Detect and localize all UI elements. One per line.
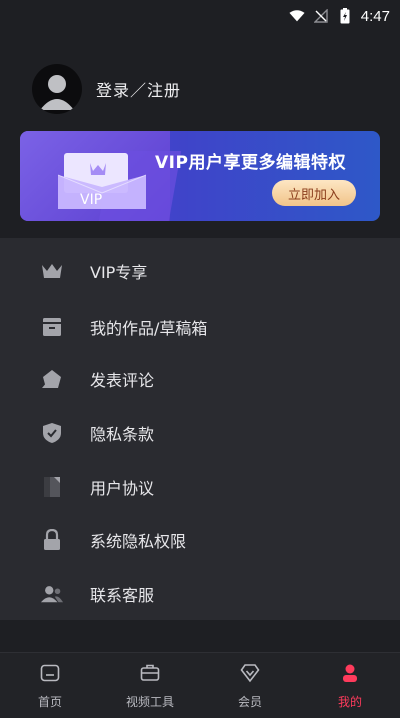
menu-label-vip: VIP专享: [90, 263, 148, 282]
menu-label-works: 我的作品/草稿箱: [90, 319, 208, 338]
box-icon: [40, 315, 64, 339]
shield-check-icon: [40, 421, 64, 445]
default-avatar-icon: [40, 75, 74, 110]
clock-time: 4:47: [360, 7, 390, 25]
settings-menu: VIP专享 我的作品/草稿箱 发表评论 隐私条款 用户协议 系统隐私权限 联系客…: [0, 238, 400, 620]
person-icon: [340, 663, 360, 687]
nav-home-label: 首页: [37, 695, 62, 709]
vip-headline: VIP用户享更多编辑特权: [155, 153, 346, 173]
agreement-icon: [40, 475, 64, 499]
nav-membership[interactable]: 会员: [200, 653, 300, 718]
menu-label-service: 联系客服: [90, 586, 155, 605]
menu-label-permissions: 系统隐私权限: [90, 532, 187, 551]
vip-banner[interactable]: VIP VIP用户享更多编辑特权 立即加入: [20, 131, 380, 221]
vip-envelope-icon: VIP: [57, 149, 147, 213]
vip-envelope-label: VIP: [80, 192, 102, 208]
profile-header[interactable]: 登录／注册: [32, 64, 181, 114]
comment-icon: [40, 367, 64, 391]
nav-video-tools-label: 视频工具: [125, 695, 174, 709]
menu-label-comment: 发表评论: [90, 371, 155, 390]
battery-charging-icon: [337, 8, 353, 24]
login-register-link[interactable]: 登录／注册: [96, 77, 181, 101]
wifi-icon: [289, 8, 305, 24]
home-icon: [40, 663, 60, 687]
menu-label-agreement: 用户协议: [90, 479, 155, 498]
menu-item-vip-exclusive[interactable]: VIP专享: [0, 249, 400, 293]
menu-item-comment[interactable]: 发表评论: [0, 357, 400, 401]
nav-home[interactable]: 首页: [0, 653, 100, 718]
menu-item-system-permissions[interactable]: 系统隐私权限: [0, 518, 400, 562]
status-bar: 4:47: [0, 0, 400, 32]
nav-video-tools[interactable]: 视频工具: [100, 653, 200, 718]
toolbox-icon: [140, 663, 160, 687]
lock-icon: [40, 528, 64, 552]
menu-item-customer-service[interactable]: 联系客服: [0, 572, 400, 616]
menu-label-privacy: 隐私条款: [90, 425, 155, 444]
nav-mine[interactable]: 我的: [300, 653, 400, 718]
join-now-button[interactable]: 立即加入: [272, 180, 356, 206]
avatar[interactable]: [32, 64, 82, 114]
nav-mine-label: 我的: [337, 695, 362, 709]
diamond-icon: [240, 663, 260, 687]
bottom-navigation: 首页 视频工具 会员 我的: [0, 652, 400, 718]
no-signal-icon: [313, 8, 329, 24]
nav-membership-label: 会员: [237, 695, 262, 709]
menu-item-my-works[interactable]: 我的作品/草稿箱: [0, 305, 400, 349]
menu-item-privacy-policy[interactable]: 隐私条款: [0, 411, 400, 455]
users-icon: [40, 582, 64, 606]
crown-icon: [40, 259, 64, 283]
menu-item-user-agreement[interactable]: 用户协议: [0, 465, 400, 509]
